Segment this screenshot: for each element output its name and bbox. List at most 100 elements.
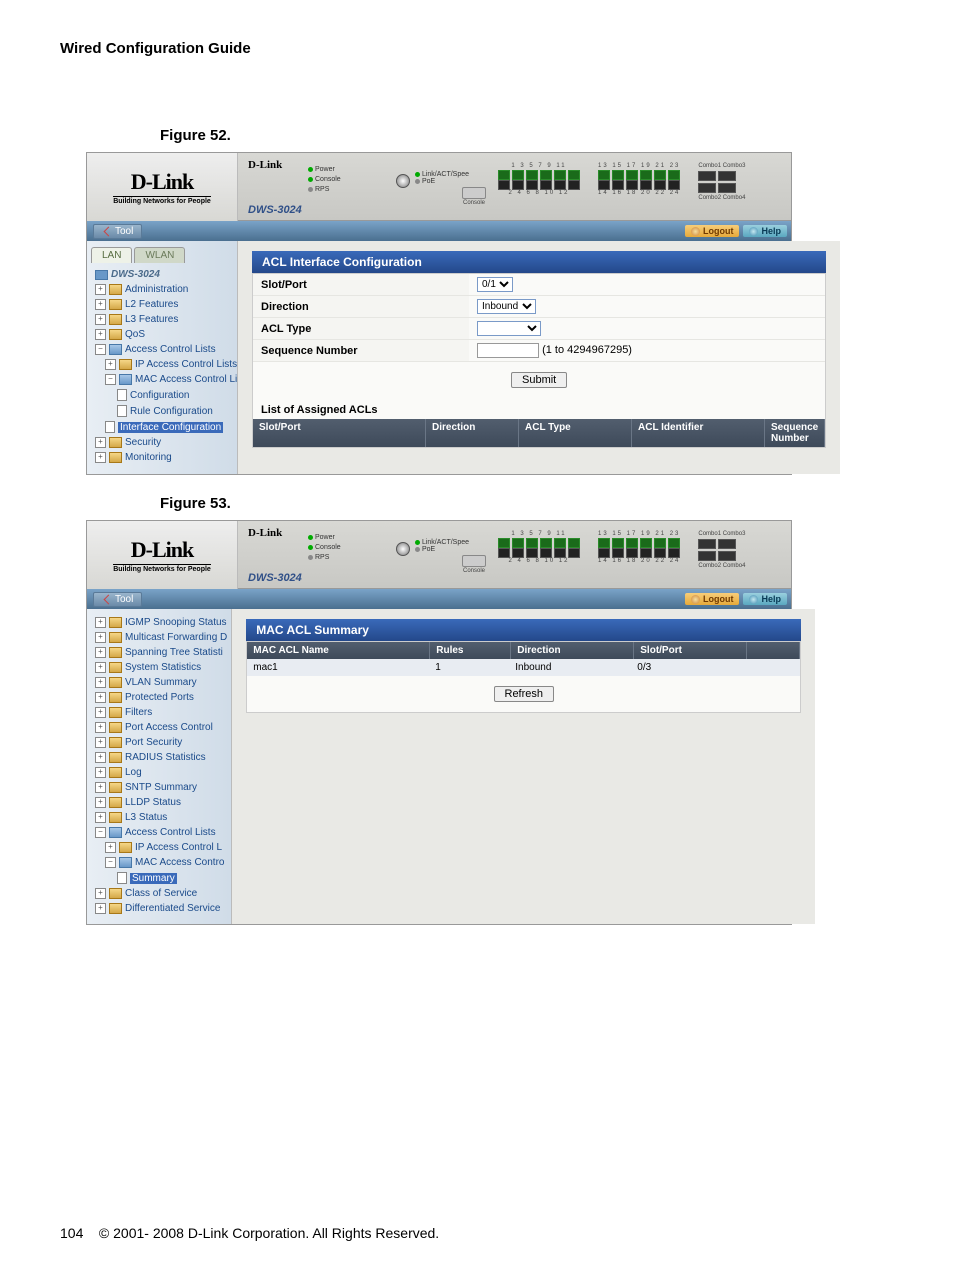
nav-acl[interactable]: −Access Control Lists [87,342,237,357]
tool-icon [102,594,112,604]
folder-icon [109,752,122,763]
folder-icon [109,284,122,295]
select-acltype[interactable] [477,321,541,336]
collapse-icon[interactable]: − [105,374,116,385]
input-seqnum[interactable] [477,343,539,358]
nav-vlan[interactable]: +VLAN Summary [87,675,231,690]
tool-menu[interactable]: Tool [93,592,142,607]
nav-pac[interactable]: +Port Access Control [87,720,231,735]
expand-icon[interactable]: + [95,329,106,340]
nav-psec[interactable]: +Port Security [87,735,231,750]
folder-icon [109,452,122,463]
tool-menu[interactable]: Tool [93,224,142,239]
collapse-icon[interactable]: − [105,857,116,868]
nav-ipacl[interactable]: +IP Access Control Lists [87,357,237,372]
nav-filters[interactable]: +Filters [87,705,231,720]
nav-ifconf[interactable]: Interface Configuration [87,419,237,435]
expand-icon[interactable]: + [95,437,106,448]
screenshot-fig53: D-Link Building Networks for People D-Li… [86,520,792,925]
nav-admin[interactable]: +Administration [87,282,237,297]
table-header: MAC ACL Name Rules Direction Slot/Port [247,642,800,659]
refresh-button[interactable]: Refresh [494,686,555,702]
nav-cos[interactable]: +Class of Service [87,886,231,901]
nav-igmp[interactable]: +IGMP Snooping Status [87,615,231,630]
expand-icon[interactable]: + [95,707,106,718]
nav-sysstat[interactable]: +System Statistics [87,660,231,675]
nav-config[interactable]: Configuration [87,387,237,403]
folder-icon [109,782,122,793]
nav-security[interactable]: +Security [87,435,237,450]
nav-qos[interactable]: +QoS [87,327,237,342]
nav-l3status[interactable]: +L3 Status [87,810,231,825]
table-header: Slot/Port Direction ACL Type ACL Identif… [253,419,825,447]
expand-icon[interactable]: + [95,299,106,310]
port-block-1: 1 3 5 7 9 11 2 4 6 8 10 12 [498,531,580,569]
expand-icon[interactable]: + [95,903,106,914]
nav-stp[interactable]: +Spanning Tree Statisti [87,645,231,660]
nav-ruleconf[interactable]: Rule Configuration [87,403,237,419]
nav-macacl[interactable]: −MAC Access Control Lists [87,372,237,387]
expand-icon[interactable]: + [95,752,106,763]
expand-icon[interactable]: + [95,314,106,325]
toolbar: Tool Logout Help [87,589,791,609]
tab-lan[interactable]: LAN [91,247,132,263]
expand-icon[interactable]: + [95,722,106,733]
logout-button[interactable]: Logout [685,593,740,605]
nav-mfwd[interactable]: +Multicast Forwarding D [87,630,231,645]
submit-button[interactable]: Submit [511,372,567,388]
folder-icon [109,812,122,823]
nav-diffserv[interactable]: +Differentiated Service [87,901,231,916]
collapse-icon[interactable]: − [95,344,106,355]
expand-icon[interactable]: + [95,617,106,628]
folder-icon [109,722,122,733]
console-port: Console [462,187,486,206]
expand-icon[interactable]: + [95,632,106,643]
folder-icon [109,707,122,718]
nav-ipacl[interactable]: +IP Access Control L [87,840,231,855]
nav-l3[interactable]: +L3 Features [87,312,237,327]
expand-icon[interactable]: + [95,782,106,793]
folder-icon [109,314,122,325]
nav-macacl[interactable]: −MAC Access Contro [87,855,231,870]
expand-icon[interactable]: + [95,888,106,899]
nav-summary[interactable]: Summary [87,870,231,886]
nav-l2[interactable]: +L2 Features [87,297,237,312]
select-direction[interactable]: Inbound [477,299,536,314]
nav-radius[interactable]: +RADIUS Statistics [87,750,231,765]
toggle-icon [396,174,410,188]
expand-icon[interactable]: + [95,767,106,778]
help-button[interactable]: Help [743,593,787,605]
toggle-icon [396,542,410,556]
expand-icon[interactable]: + [95,797,106,808]
expand-icon[interactable]: + [95,737,106,748]
nav-root[interactable]: DWS-3024 [87,267,237,282]
expand-icon[interactable]: + [95,647,106,658]
device-panel: D-Link DWS-3024 Power Console RPS Link/A… [238,153,791,221]
expand-icon[interactable]: + [105,842,116,853]
expand-icon[interactable]: + [95,692,106,703]
expand-icon[interactable]: + [95,452,106,463]
expand-icon[interactable]: + [95,284,106,295]
expand-icon[interactable]: + [105,359,116,370]
expand-icon[interactable]: + [95,812,106,823]
status-leds: Power Console RPS [308,533,341,563]
nav-log[interactable]: +Log [87,765,231,780]
folder-icon [109,797,122,808]
nav-monitoring[interactable]: +Monitoring [87,450,237,465]
label-direction: Direction [253,296,469,318]
expand-icon[interactable]: + [95,662,106,673]
folder-open-icon [109,827,122,838]
logout-button[interactable]: Logout [685,225,740,237]
collapse-icon[interactable]: − [95,827,106,838]
nav-sntp[interactable]: +SNTP Summary [87,780,231,795]
nav-pports[interactable]: +Protected Ports [87,690,231,705]
expand-icon[interactable]: + [95,677,106,688]
logo-area: D-Link Building Networks for People [87,521,238,589]
help-button[interactable]: Help [743,225,787,237]
page-footer: 104 © 2001- 2008 D-Link Corporation. All… [60,1225,894,1241]
select-slotport[interactable]: 0/1 [477,277,513,292]
nav-acl[interactable]: −Access Control Lists [87,825,231,840]
folder-icon [109,767,122,778]
tab-wlan[interactable]: WLAN [134,247,185,263]
nav-lldp[interactable]: +LLDP Status [87,795,231,810]
